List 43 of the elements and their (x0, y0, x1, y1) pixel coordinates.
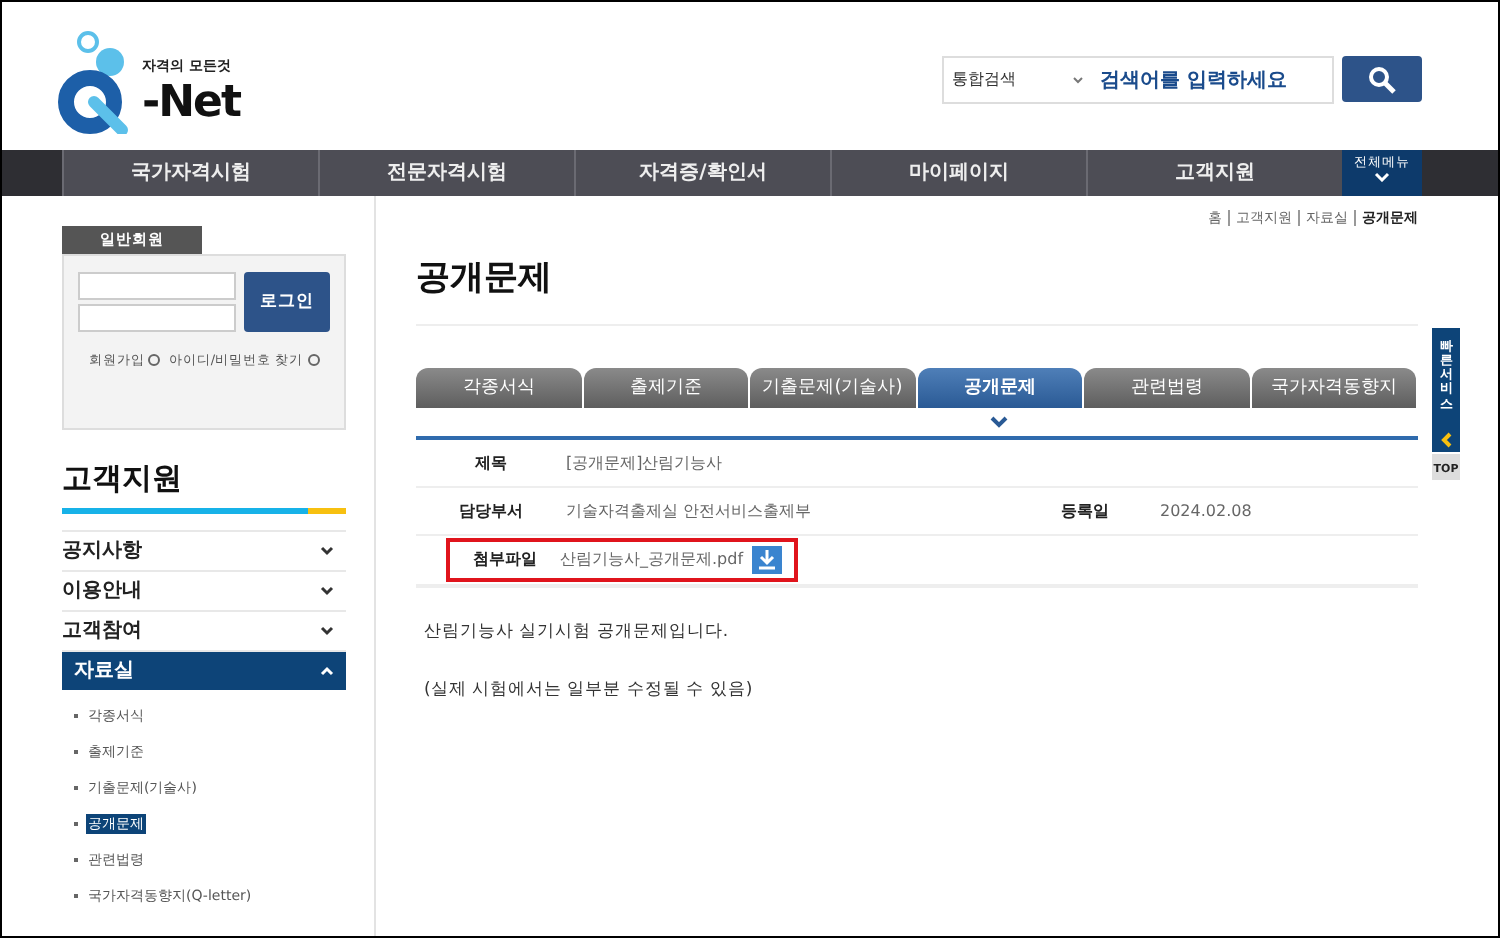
field-label: 등록일 (1059, 499, 1111, 523)
caret-icon (1072, 76, 1084, 84)
chevron-down-icon (990, 416, 1008, 429)
id-field[interactable] (78, 272, 236, 300)
logo-text: -Net (142, 82, 240, 126)
nav-item[interactable]: 전문자격시험 (318, 150, 574, 196)
chevron-down-icon (320, 546, 334, 556)
search-icon (1368, 65, 1396, 93)
chevron-down-icon (320, 586, 334, 596)
body-text: 산림기능사 실기시험 공개문제입니다. (424, 620, 731, 646)
collapse-icon[interactable] (1440, 432, 1452, 449)
date-text: 2024.02.08 (1160, 499, 1252, 523)
password-field[interactable] (78, 304, 236, 332)
tab[interactable]: 공개문제 (917, 368, 1082, 408)
tab[interactable]: 출제기준 (583, 368, 748, 408)
page-title: 공개문제 (416, 253, 1418, 326)
sidebar-item[interactable]: 공지사항 (62, 530, 346, 570)
tab[interactable]: 기출문제(기술사) (750, 368, 915, 408)
sidebar-item[interactable]: 이용안내 (62, 570, 346, 610)
search-field[interactable]: 통합검색 검색어를 입력하세요 (942, 56, 1334, 104)
field-label: 담당부서 (457, 499, 525, 523)
tab[interactable]: 관련법령 (1084, 368, 1249, 408)
nav-item[interactable]: 자격증/확인서 (574, 150, 830, 196)
post-title: [공개문제]산림기능사 (566, 451, 723, 475)
body-text: (실제 시험에서는 일부분 수정될 수 있음) (424, 677, 755, 703)
sidebar-item[interactable]: 자료실 (62, 650, 346, 690)
login-button[interactable]: 로그인 (244, 272, 330, 332)
file-link[interactable]: 산림기능사_공개문제.pdf (560, 548, 744, 572)
nav-item[interactable]: 국가자격시험 (62, 150, 318, 196)
chevron-down-icon (1374, 171, 1390, 182)
chevron-down-icon (320, 626, 334, 636)
search-button[interactable] (1342, 56, 1422, 102)
field-label: 첨부파일 (471, 548, 539, 572)
tab[interactable]: 각종서식 (416, 368, 581, 408)
logo-icon (58, 30, 134, 134)
tab[interactable]: 국가자격동향지 (1251, 368, 1416, 408)
sidebar-title: 고객지원 (62, 458, 184, 498)
chevron-up-icon (320, 666, 334, 676)
download-button[interactable] (751, 546, 782, 574)
field-label: 제목 (473, 451, 509, 475)
download-icon (757, 550, 776, 570)
department-text: 기술자격출제실 안전서비스출제부 (566, 499, 814, 523)
nav-item[interactable]: 마이페이지 (830, 150, 1086, 196)
